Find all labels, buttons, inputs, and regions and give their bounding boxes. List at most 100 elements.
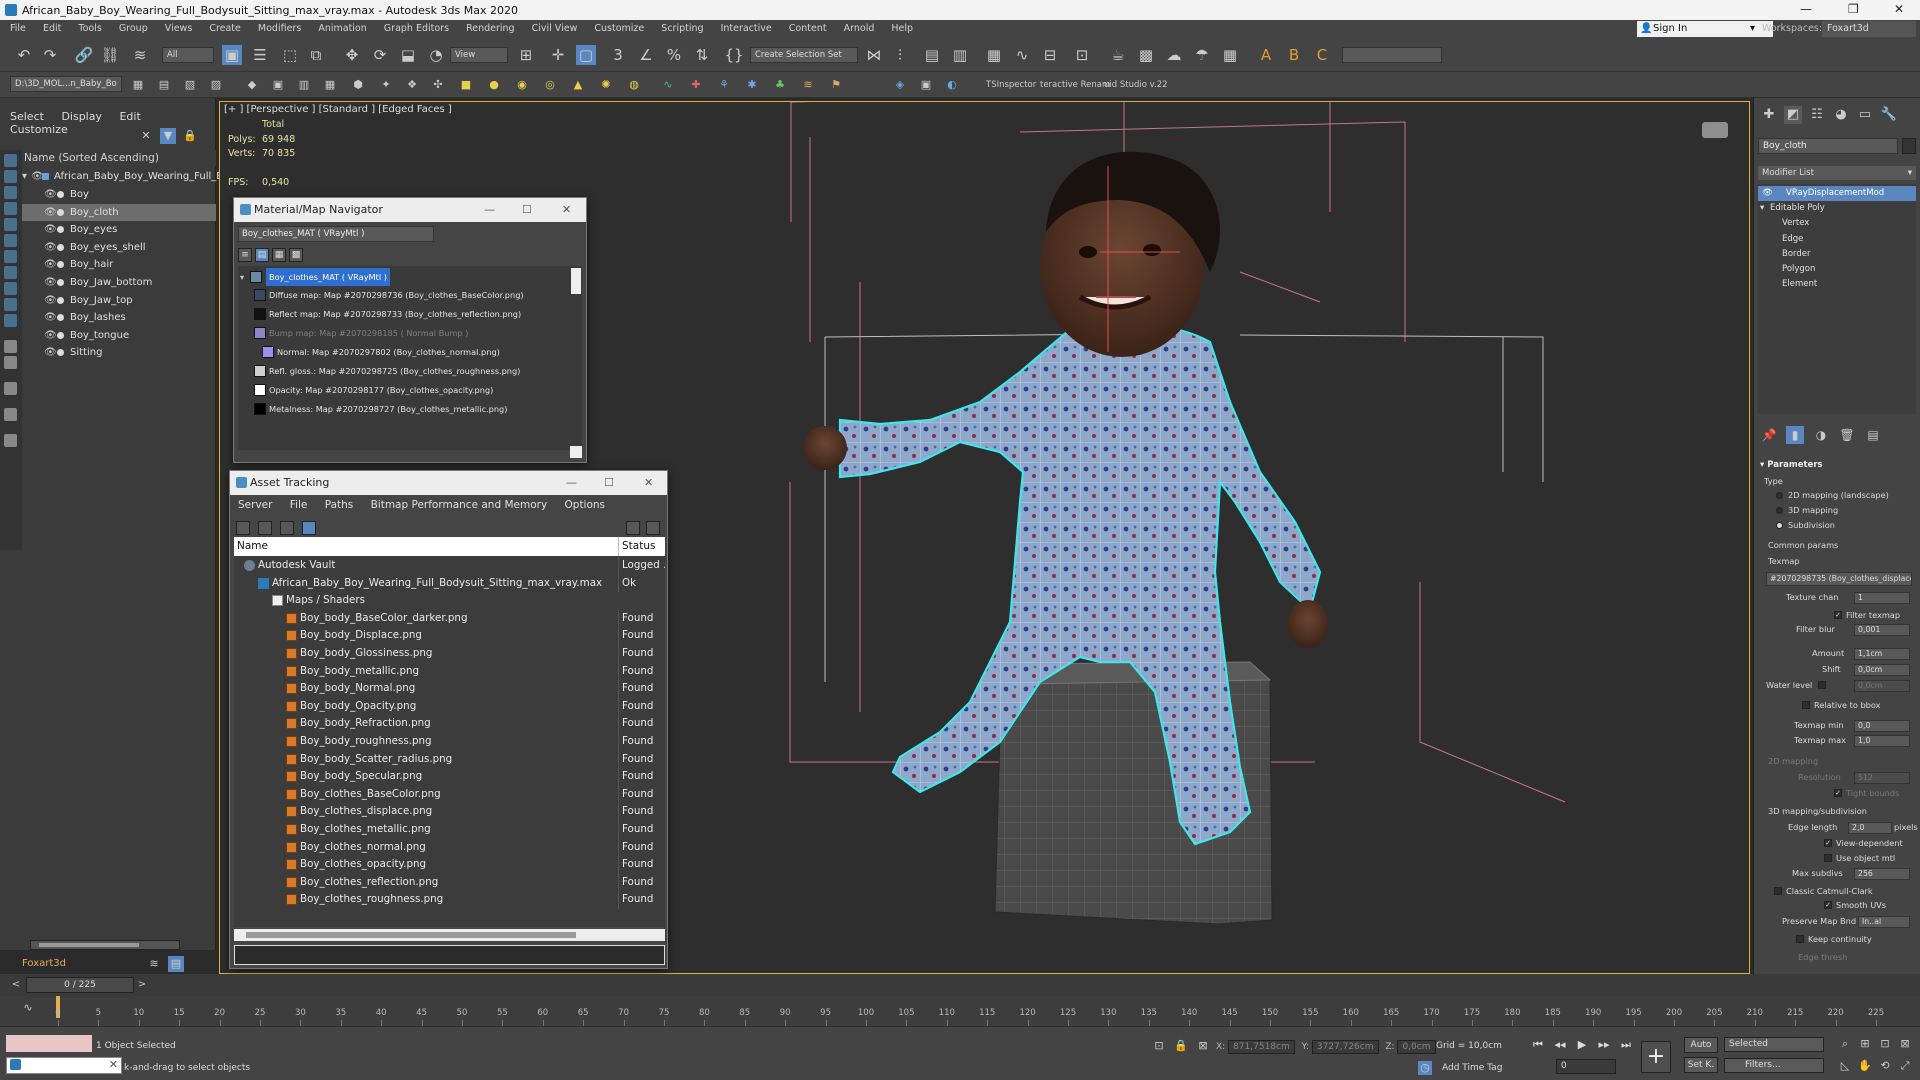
close-icon[interactable]: ✕ xyxy=(1894,2,1904,16)
menu-rendering[interactable]: Rendering xyxy=(466,23,515,34)
asset-menu-server[interactable]: Server xyxy=(238,499,272,511)
display-tab-icon[interactable]: ▭ xyxy=(1856,106,1874,124)
classic-catmull-checkbox[interactable] xyxy=(1774,887,1782,895)
object-name-field[interactable]: Boy_cloth xyxy=(1758,138,1898,154)
display-frozen-icon[interactable] xyxy=(4,340,17,353)
chevron-right-icon[interactable]: > xyxy=(134,977,150,993)
menu-content[interactable]: Content xyxy=(789,23,827,34)
display-all-icon[interactable] xyxy=(4,154,17,167)
absolute-mode-icon[interactable]: ⊠ xyxy=(1196,1039,1210,1053)
bind-space-warp-icon[interactable]: ≋ xyxy=(130,45,150,65)
percent-snap-icon[interactable]: % xyxy=(664,45,684,65)
light-icon[interactable]: ✺ xyxy=(598,77,614,93)
asset-row[interactable]: Boy_body_Refraction.png Found xyxy=(234,715,665,733)
interactive-rename-button[interactable]: teractive Renam xyxy=(1040,80,1110,90)
minimize-icon[interactable]: — xyxy=(566,471,577,495)
asset-menu-paths[interactable]: Paths xyxy=(325,499,354,511)
cloth-icon[interactable]: ⚑ xyxy=(828,77,844,93)
menu-modifiers[interactable]: Modifiers xyxy=(258,23,301,34)
eye-icon[interactable]: 👁 xyxy=(44,204,57,221)
scene-item-boy-lashes[interactable]: 👁 Boy_lashes xyxy=(22,309,216,326)
workspaces-dropdown[interactable]: Foxart3d xyxy=(1822,21,1916,37)
chevron-left-icon[interactable]: < xyxy=(8,977,24,993)
menu-civil-view[interactable]: Civil View xyxy=(532,23,578,34)
clear-search-icon[interactable]: ✕ xyxy=(138,128,154,144)
menu-interactive[interactable]: Interactive xyxy=(721,23,772,34)
maximize-viewport-icon[interactable]: ⤢ xyxy=(1898,1059,1912,1073)
map-row[interactable]: Reflect map: Map #2070298733 (Boy_clothe… xyxy=(238,305,568,323)
sign-in-dropdown[interactable]: 👤 Sign In ▾ xyxy=(1637,21,1773,37)
menu-views[interactable]: Views xyxy=(165,23,193,34)
use-object-mtl-checkbox[interactable] xyxy=(1824,854,1832,862)
tool-e-icon[interactable]: ⬢ xyxy=(350,77,366,93)
time-slider[interactable]: 0 / 225 xyxy=(26,977,134,993)
view-list-icon[interactable]: ≡ xyxy=(238,248,252,262)
eye-icon[interactable]: 👁 xyxy=(44,221,57,238)
key-filter-dropdown[interactable]: Selected xyxy=(1724,1037,1824,1052)
water-level-spinner[interactable]: 0,0cm xyxy=(1854,680,1910,692)
layer-manage-icon[interactable] xyxy=(4,434,17,447)
modifier-stack-item[interactable]: VRayDisplacementMod 👁 xyxy=(1758,186,1916,201)
asset-menu-bitmap-performance[interactable]: Bitmap Performance and Memory xyxy=(371,499,548,511)
view-dependent-checkbox[interactable]: ✓ xyxy=(1824,839,1832,847)
material-name-field[interactable]: Boy_clothes_MAT ( VRayMtl ) xyxy=(238,226,434,242)
eye-icon[interactable]: 👁 xyxy=(44,292,57,309)
cylinder-icon[interactable]: ● xyxy=(486,77,502,93)
asset-row[interactable]: African_Baby_Boy_Wearing_Full_Bodysuit_S… xyxy=(234,574,665,593)
map-row[interactable]: Metalness: Map #2070298727 (Boy_clothes_… xyxy=(238,400,568,418)
ts-inspector-button[interactable]: TSInspector xyxy=(986,80,1036,90)
asset-row[interactable]: Boy_clothes_roughness.png Found xyxy=(234,891,665,909)
edit-named-sets-icon[interactable]: {} xyxy=(724,45,744,65)
filter-blur-spinner[interactable]: 0,001 xyxy=(1854,624,1910,636)
scene-item-boy[interactable]: 👁 Boy xyxy=(22,186,216,203)
eye-icon[interactable]: 👁 xyxy=(1762,186,1773,201)
display-hidden-icon[interactable] xyxy=(4,356,17,369)
max-subdivs-spinner[interactable]: 256 xyxy=(1854,868,1910,880)
extra-dropdown[interactable] xyxy=(1342,47,1442,63)
window-crossing-icon[interactable]: ⧉ xyxy=(306,45,326,65)
asset-row[interactable]: Boy_body_Glossiness.png Found xyxy=(234,645,665,663)
sort-toggle-icon[interactable]: ▤ xyxy=(168,956,184,972)
eye-icon[interactable]: 👁 xyxy=(44,344,57,361)
vray-frame-icon[interactable]: ▣ xyxy=(918,77,934,93)
display-lights-icon[interactable] xyxy=(4,202,17,215)
scene-list-header[interactable]: Name (Sorted Ascending) xyxy=(22,150,216,166)
material-editor-icon[interactable]: ⊟ xyxy=(1040,45,1060,65)
modifier-stack-item[interactable]: Edge xyxy=(1758,232,1916,247)
select-by-name-icon[interactable]: ☰ xyxy=(250,45,270,65)
fur-icon[interactable]: ≋ xyxy=(800,77,816,93)
asset-row[interactable]: Boy_clothes_BaseColor.png Found xyxy=(234,785,665,804)
go-to-start-icon[interactable]: ⏮ xyxy=(1530,1037,1546,1053)
c-tool-icon[interactable]: C xyxy=(1312,45,1332,65)
maximize-icon[interactable]: ❐ xyxy=(1848,2,1859,16)
display-spacewarps-icon[interactable] xyxy=(4,250,17,263)
filter-icon[interactable]: ▼ xyxy=(160,128,176,144)
toggle-ribbon-icon[interactable]: ▥ xyxy=(950,45,970,65)
display-helpers-icon[interactable] xyxy=(4,234,17,247)
create-tab-icon[interactable]: ✚ xyxy=(1760,106,1778,124)
display-groups-icon[interactable] xyxy=(4,266,17,279)
menu-graph-editors[interactable]: Graph Editors xyxy=(384,23,449,34)
undo-icon[interactable]: ↶ xyxy=(14,45,34,65)
shift-spinner[interactable]: 0,0cm xyxy=(1854,664,1910,676)
system-icon[interactable]: ⚘ xyxy=(716,77,732,93)
asset-tool-4-icon[interactable] xyxy=(302,521,316,535)
menu-file[interactable]: File xyxy=(10,23,26,34)
rotate-icon[interactable]: ⟳ xyxy=(370,45,390,65)
current-frame-field[interactable]: 0 xyxy=(1556,1059,1616,1074)
scene-item-sitting[interactable]: 👁 Sitting xyxy=(22,344,216,361)
texmap-max-spinner[interactable]: 1,0 xyxy=(1854,735,1910,747)
eye-icon[interactable]: 👁 xyxy=(44,274,57,291)
menu-tools[interactable]: Tools xyxy=(78,23,101,34)
sphere-icon[interactable]: ◉ xyxy=(514,77,530,93)
asset-row[interactable]: Autodesk Vault Logged ... xyxy=(234,557,665,575)
asset-row[interactable]: Boy_clothes_reflection.png Found xyxy=(234,873,665,892)
set-key-icon[interactable]: + xyxy=(1641,1041,1671,1073)
isolate-selection-icon[interactable]: ⊡ xyxy=(1152,1039,1166,1053)
spinner-snap-icon[interactable]: ⇅ xyxy=(692,45,712,65)
tool-d-icon[interactable]: ▦ xyxy=(322,77,338,93)
remove-modifier-icon[interactable]: 🗑 xyxy=(1838,426,1856,444)
keyboard-shortcut-icon[interactable]: ▢ xyxy=(576,45,596,65)
scene-item-boy-hair[interactable]: 👁 Boy_hair xyxy=(22,256,216,273)
modifier-stack-item[interactable]: Element xyxy=(1758,277,1916,292)
